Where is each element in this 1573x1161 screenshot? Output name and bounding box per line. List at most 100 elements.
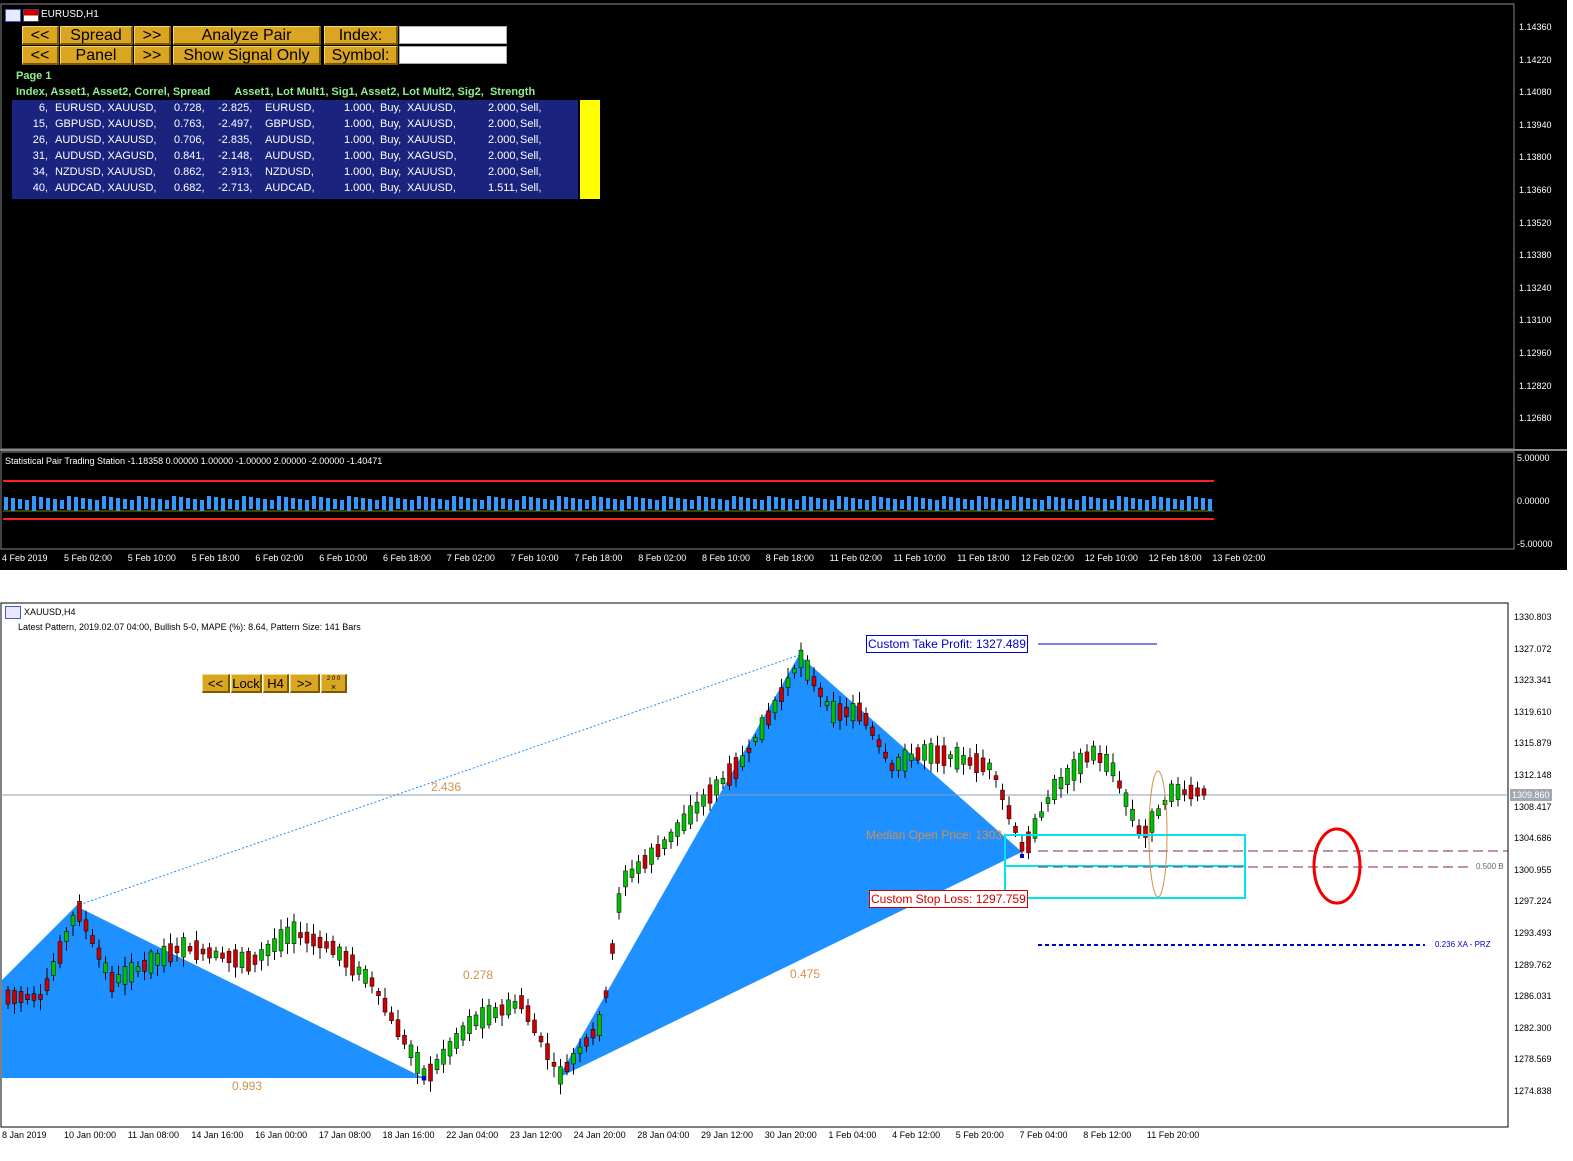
histogram-bar [515,500,519,511]
axis-label: 11 Feb 20:00 [1146,1130,1200,1140]
table-cell: AUDUSD, [265,134,315,146]
table-cell: XAUUSD, [407,134,456,146]
axis-label: 1293.493 [1514,928,1552,938]
index-field[interactable] [399,26,507,44]
candle [441,1048,446,1065]
axis-label: 1319.610 [1514,706,1552,717]
histogram-bar [221,498,225,511]
table-row: 34, NZDUSD, XAUUSD, 0.862, -2.913, NZDUSD, 1.… [12,164,578,180]
candle [642,855,648,869]
histogram-bar [25,500,29,510]
table-cell: XAUUSD, [407,102,456,114]
candle [655,844,661,857]
histogram-bar [809,497,813,511]
candle [1000,789,1005,800]
table-cell: Buy, [380,102,402,114]
histogram-bar [998,499,1002,511]
histogram-bar [697,496,701,510]
histogram-bar [333,499,337,509]
settings-button[interactable]: 2 0 0 × [321,674,347,693]
histogram-bar [592,496,596,510]
axis-label: 1.13940 [1519,119,1552,130]
candle [168,943,173,963]
prev-page-button[interactable]: << [22,46,59,65]
candle [863,713,869,726]
prev-pattern-button[interactable]: << [202,674,230,693]
axis-label: 5.00000 [1517,453,1550,463]
table-cell: Sell, [520,134,542,146]
table-cell: XAUUSD, [407,182,456,194]
table-cell: 6, [38,102,48,114]
histogram-bar [326,498,330,511]
axis-label: 5 Feb 20:00 [955,1130,1004,1140]
histogram-bar [214,497,218,510]
candle [1110,762,1116,777]
table-cell: 1.511, [488,182,518,194]
axis-label: 4 Feb 2019 [2,553,48,563]
histogram-bar [676,498,680,510]
candle [1130,808,1135,821]
symbol-field[interactable] [399,46,507,64]
histogram-bar [1131,498,1135,509]
candle [1039,811,1044,818]
candle [525,1005,531,1022]
histogram-bar [662,496,666,511]
table-cell: 31, [32,150,48,162]
candle [831,700,836,724]
histogram-bar [634,497,638,510]
histogram-bar [1047,496,1051,509]
histogram-bar [102,496,106,509]
histogram-bar [53,499,57,511]
candle [298,932,303,939]
histogram-bar [382,496,386,510]
histogram-bar [1117,496,1121,510]
histogram-bar [1012,496,1016,510]
candle [317,936,323,949]
next-page-button[interactable]: >> [134,46,171,65]
candle [889,763,895,771]
histogram-bar [900,500,904,509]
axis-label: 1304.686 [1514,833,1552,844]
table-cell: EURUSD, XAUUSD, [55,102,157,114]
histogram-bar [11,498,15,511]
timeframe-button[interactable]: H4 [263,674,289,693]
axis-label: 30 Jan 20:00 [764,1130,817,1140]
analyze-pair-button[interactable]: Analyze Pair [173,26,321,45]
axis-label: 11 Feb 02:00 [829,553,882,563]
candle [616,893,622,913]
candle [837,703,843,721]
table-header: Index, Asset1, Asset2, Correl, Spread As… [16,86,536,98]
histogram-bar [1110,500,1114,509]
candle [77,901,82,922]
show-signal-only-button[interactable]: Show Signal Only [173,46,321,65]
histogram-bar [991,498,995,510]
next-pattern-button[interactable]: >> [290,674,320,693]
next-button[interactable]: >> [134,26,171,45]
candle [629,868,635,878]
axis-label: 1.13660 [1519,185,1552,195]
spread-button[interactable]: Spread [60,26,133,45]
candle [538,1035,544,1043]
table-cell: XAUUSD, [407,166,456,178]
candle [1058,777,1064,789]
table-cell: GBPUSD, XAUUSD, [55,118,157,130]
axis-label: 17 Jan 08:00 [318,1130,371,1140]
prev-button[interactable]: << [22,26,59,45]
axis-label: 11 Feb 10:00 [893,553,946,563]
candle [1065,768,1070,785]
axis-label: 13 Feb 02:00 [1212,553,1266,563]
histogram-bar [74,497,78,511]
candle [1195,787,1200,797]
close-icon[interactable]: × [322,683,345,692]
lock-button[interactable]: Lock [231,674,262,693]
axis-label: 1274.838 [1514,1086,1552,1096]
panel-button[interactable]: Panel [60,46,133,65]
axis-label: 23 Jan 12:00 [509,1130,562,1140]
xauusd-chart-window[interactable]: XAUUSD,H4 Latest Pattern, 2019.02.07 04:… [0,602,1567,1150]
eurusd-chart-window[interactable]: EURUSD,H1 << Spread >> Analyze Pair Inde… [0,0,1567,570]
table-row: 40, AUDCAD, XAUUSD, 0.682, -2.713, AUDCAD, 1.… [12,180,578,196]
histogram-bar [669,497,673,509]
histogram-bar [417,496,421,509]
table-cell: Sell, [520,102,542,114]
histogram-bar [256,498,260,510]
